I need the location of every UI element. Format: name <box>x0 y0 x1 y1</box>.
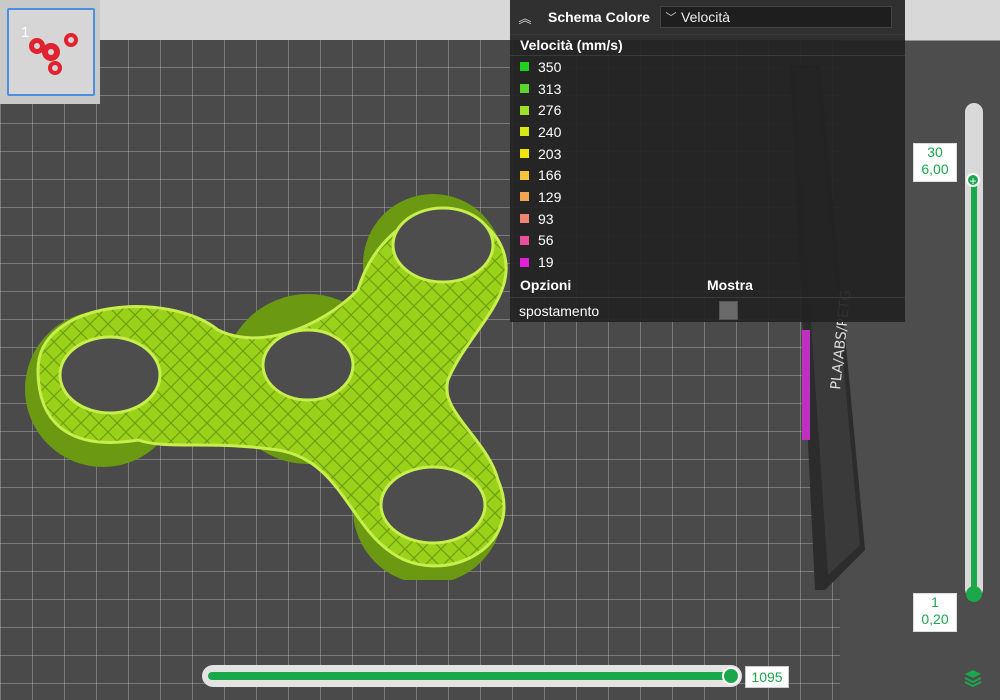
color-scheme-title: Schema Colore <box>548 9 650 25</box>
top-layer-height: 6,00 <box>921 161 949 177</box>
top-layer-number: 30 <box>927 144 943 160</box>
bottom-layer-number: 1 <box>931 594 939 610</box>
color-scheme-panel: ︽ Schema Colore ﹀ Velocità Velocità (mm/… <box>510 0 905 322</box>
bottom-layer-height: 0,20 <box>921 611 949 627</box>
top-layer-label: 30 6,00 <box>913 143 957 182</box>
legend-swatch <box>520 214 529 224</box>
legend-swatch <box>520 105 529 115</box>
legend-swatch <box>520 257 529 267</box>
legend-item: 56 <box>510 230 905 252</box>
layer-slider-bottom-handle[interactable] <box>966 586 982 602</box>
bottom-layer-label: 1 0,20 <box>913 593 957 632</box>
chevron-down-icon: ﹀ <box>665 12 677 24</box>
legend-value: 313 <box>538 80 562 97</box>
legend-value: 19 <box>538 254 554 271</box>
legend-value: 93 <box>538 210 554 227</box>
legend-title: Velocità (mm/s) <box>510 35 905 56</box>
legend-item: 203 <box>510 143 905 165</box>
legend-value: 129 <box>538 188 562 205</box>
legend-value: 350 <box>538 58 562 75</box>
legend-swatch <box>520 170 529 180</box>
legend-item: 93 <box>510 208 905 230</box>
legend-list: 350 313 276 240 203 166 129 93 56 19 <box>510 56 905 273</box>
options-header: Opzioni Mostra <box>510 273 905 298</box>
legend-swatch <box>520 235 529 245</box>
collapse-icon[interactable]: ︽ <box>512 8 538 27</box>
legend-value: 56 <box>538 232 554 249</box>
plate-thumbnail[interactable]: 1 <box>7 8 95 96</box>
legend-value: 166 <box>538 167 562 184</box>
legend-value: 240 <box>538 123 562 140</box>
legend-value: 276 <box>538 102 562 119</box>
legend-item: 19 <box>510 251 905 273</box>
legend-item: 240 <box>510 121 905 143</box>
legend-item: 350 <box>510 56 905 78</box>
show-header-label: Mostra <box>707 276 753 293</box>
layers-icon[interactable] <box>963 668 983 688</box>
view-type-dropdown[interactable]: ﹀ Velocità <box>660 6 892 28</box>
legend-item: 166 <box>510 164 905 186</box>
plate-thumbnail-panel: 1 <box>0 0 100 104</box>
show-travel-checkbox[interactable] <box>719 301 738 321</box>
option-label: spostamento <box>519 302 600 319</box>
layer-slider-fill <box>971 180 977 595</box>
option-row-travel: spostamento <box>510 298 905 324</box>
legend-swatch <box>520 192 529 202</box>
layer-slider-top-handle[interactable]: + <box>966 173 980 188</box>
plate-number: 1 <box>21 24 30 41</box>
move-slider-handle[interactable] <box>722 667 740 685</box>
move-slider-value: 1095 <box>745 666 789 688</box>
options-header-label: Opzioni <box>520 276 572 293</box>
panel-header: ︽ Schema Colore ﹀ Velocità <box>510 0 905 35</box>
legend-swatch <box>520 62 529 72</box>
legend-value: 203 <box>538 145 562 162</box>
legend-item: 276 <box>510 99 905 121</box>
spinner-thumbnail-icon <box>29 33 78 75</box>
legend-swatch <box>520 84 529 94</box>
3d-viewport[interactable]: PLA/ABS/PETG 1 ︽ Schema Colore ﹀ Velocit… <box>0 0 1000 700</box>
fidget-spinner-model[interactable] <box>18 180 528 580</box>
legend-item: 313 <box>510 78 905 100</box>
legend-swatch <box>520 149 529 159</box>
move-slider-fill <box>208 672 732 680</box>
legend-item: 129 <box>510 186 905 208</box>
legend-swatch <box>520 127 529 137</box>
view-type-value: Velocità <box>681 9 731 25</box>
